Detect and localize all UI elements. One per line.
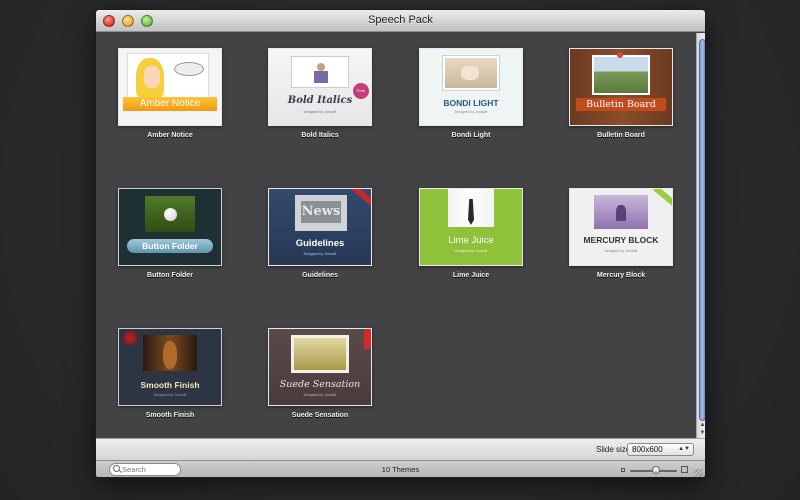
theme-label: Button Folder (147, 272, 193, 279)
theme-label: Suede Sensation (291, 412, 349, 419)
thumbnail-title: Guidelines (295, 238, 345, 249)
thumbnail-credit: Designed by Jumsoft (454, 110, 488, 114)
thumbnail-title: BONDI LIGHT (443, 98, 499, 108)
small-thumbnail-icon[interactable] (621, 468, 625, 472)
thumbnail-title: Bulletin Board (586, 99, 656, 110)
thumbnail-title: Amber Notice (139, 98, 201, 109)
thumbnail-credit: Designed by Jumsoft (303, 110, 337, 114)
theme-thumbnail[interactable]: Button Folder (118, 188, 222, 266)
wax-seal-icon (123, 331, 137, 345)
title-bar[interactable]: Speech Pack (96, 10, 705, 32)
slide-size-select[interactable]: 800x600 ▲▼ (627, 443, 694, 456)
shirt-image (448, 189, 494, 227)
corner-ribbon (350, 189, 371, 208)
amber-banner: Amber Notice (123, 97, 217, 111)
thumbnail-title: Lime Juice (448, 235, 494, 246)
theme-thumbnail[interactable]: Bulletin Board (569, 48, 673, 126)
thumbnail-credit: Designed by Jumsoft (303, 252, 337, 256)
theme-label: Lime Juice (452, 272, 490, 279)
bookmark-ribbon (364, 329, 371, 349)
thumbnail-title: Suede Sensation (279, 379, 361, 390)
thumbnail-credit: Designed by Jumsoft (153, 393, 187, 397)
violin-image (143, 335, 197, 371)
thumbnail-title: Button Folder (142, 241, 198, 251)
button-pill: Button Folder (127, 239, 213, 253)
theme-bondi-light[interactable]: BONDI LIGHT Designed by Jumsoft Bondi Li… (419, 48, 523, 139)
theme-thumbnail[interactable]: MERCURY BLOCK Designed by Jumsoft (569, 188, 673, 266)
title-strip: Bulletin Board (576, 98, 666, 111)
theme-thumbnail[interactable]: BONDI LIGHT Designed by Jumsoft (419, 48, 523, 126)
theme-label: Guidelines (302, 272, 338, 279)
theme-smooth-finish[interactable]: Smooth Finish Designed by Jumsoft Smooth… (118, 328, 222, 419)
theme-lime-juice[interactable]: Lime Juice Designed by Jumsoft Lime Juic… (419, 188, 523, 279)
theme-grid: Amber Notice Amber Notice Free Bold Ital… (96, 33, 696, 438)
vertical-scrollbar[interactable]: ▲ ▼ (696, 33, 705, 438)
photo-frame: News (295, 195, 347, 231)
theme-thumbnail[interactable]: Suede Sensation Designed by Jumsoft (268, 328, 372, 406)
thumbnail-title: Smooth Finish (140, 380, 200, 390)
thumbnail-credit: Designed by Jumsoft (604, 249, 638, 253)
photo-frame (592, 55, 650, 95)
options-bar: Slide size: 800x600 ▲▼ (96, 438, 705, 460)
scroll-thumb[interactable] (699, 39, 705, 421)
status-bar: Search 10 Themes (96, 460, 705, 477)
theme-bold-italics[interactable]: Free Bold Italics Designed by Jumsoft Bo… (268, 48, 372, 139)
photo-frame (594, 195, 648, 229)
theme-label: Bondi Light (451, 132, 491, 139)
theme-bulletin-board[interactable]: Bulletin Board Bulletin Board (569, 48, 673, 139)
window-title: Speech Pack (368, 14, 433, 26)
slide-size-value: 800x600 (632, 445, 663, 454)
theme-mercury-block[interactable]: MERCURY BLOCK Designed by Jumsoft Mercur… (569, 188, 673, 279)
theme-thumbnail[interactable]: Lime Juice Designed by Jumsoft (419, 188, 523, 266)
theme-thumbnail[interactable]: Smooth Finish Designed by Jumsoft (118, 328, 222, 406)
theme-thumbnail[interactable]: Amber Notice (118, 48, 222, 126)
theme-count: 10 Themes (381, 465, 420, 474)
corner-ribbon (653, 189, 672, 207)
select-arrows-icon: ▲▼ (678, 446, 690, 452)
resize-grip-icon[interactable] (695, 469, 703, 477)
photo-frame (291, 56, 349, 88)
theme-suede-sensation[interactable]: Suede Sensation Designed by Jumsoft Sued… (268, 328, 372, 419)
speech-pack-window: Speech Pack Amber Notice Amber Notice Fr… (95, 9, 706, 478)
theme-label: Bold Italics (301, 132, 339, 139)
scroll-down-arrow-icon[interactable]: ▼ (697, 429, 705, 437)
thumbnail-title: Bold Italics (287, 95, 353, 106)
theme-guidelines[interactable]: News Guidelines Designed by Jumsoft Guid… (268, 188, 372, 279)
slider-knob[interactable] (651, 466, 660, 474)
scroll-up-arrow-icon[interactable]: ▲ (697, 421, 705, 429)
news-collage: News (301, 201, 341, 223)
theme-thumbnail[interactable]: News Guidelines Designed by Jumsoft (268, 188, 372, 266)
theme-label: Mercury Block (596, 272, 646, 279)
pin-icon (617, 52, 623, 58)
photo-frame (291, 335, 349, 373)
golf-ball (164, 208, 177, 221)
photo-frame (442, 55, 500, 91)
photo-frame (145, 196, 195, 232)
large-thumbnail-icon[interactable] (681, 466, 688, 473)
thumbnail-credit: Designed by Jumsoft (454, 249, 488, 253)
comic-image (127, 53, 209, 101)
theme-thumbnail[interactable]: Free Bold Italics Designed by Jumsoft (268, 48, 372, 126)
theme-label: Bulletin Board (597, 132, 645, 139)
thumbnail-title: MERCURY BLOCK (583, 235, 659, 245)
theme-amber-notice[interactable]: Amber Notice Amber Notice (118, 48, 222, 139)
theme-label: Amber Notice (147, 132, 193, 139)
theme-button-folder[interactable]: Button Folder Button Folder (118, 188, 222, 279)
theme-label: Smooth Finish (145, 412, 195, 419)
thumbnail-credit: Designed by Jumsoft (303, 393, 337, 397)
